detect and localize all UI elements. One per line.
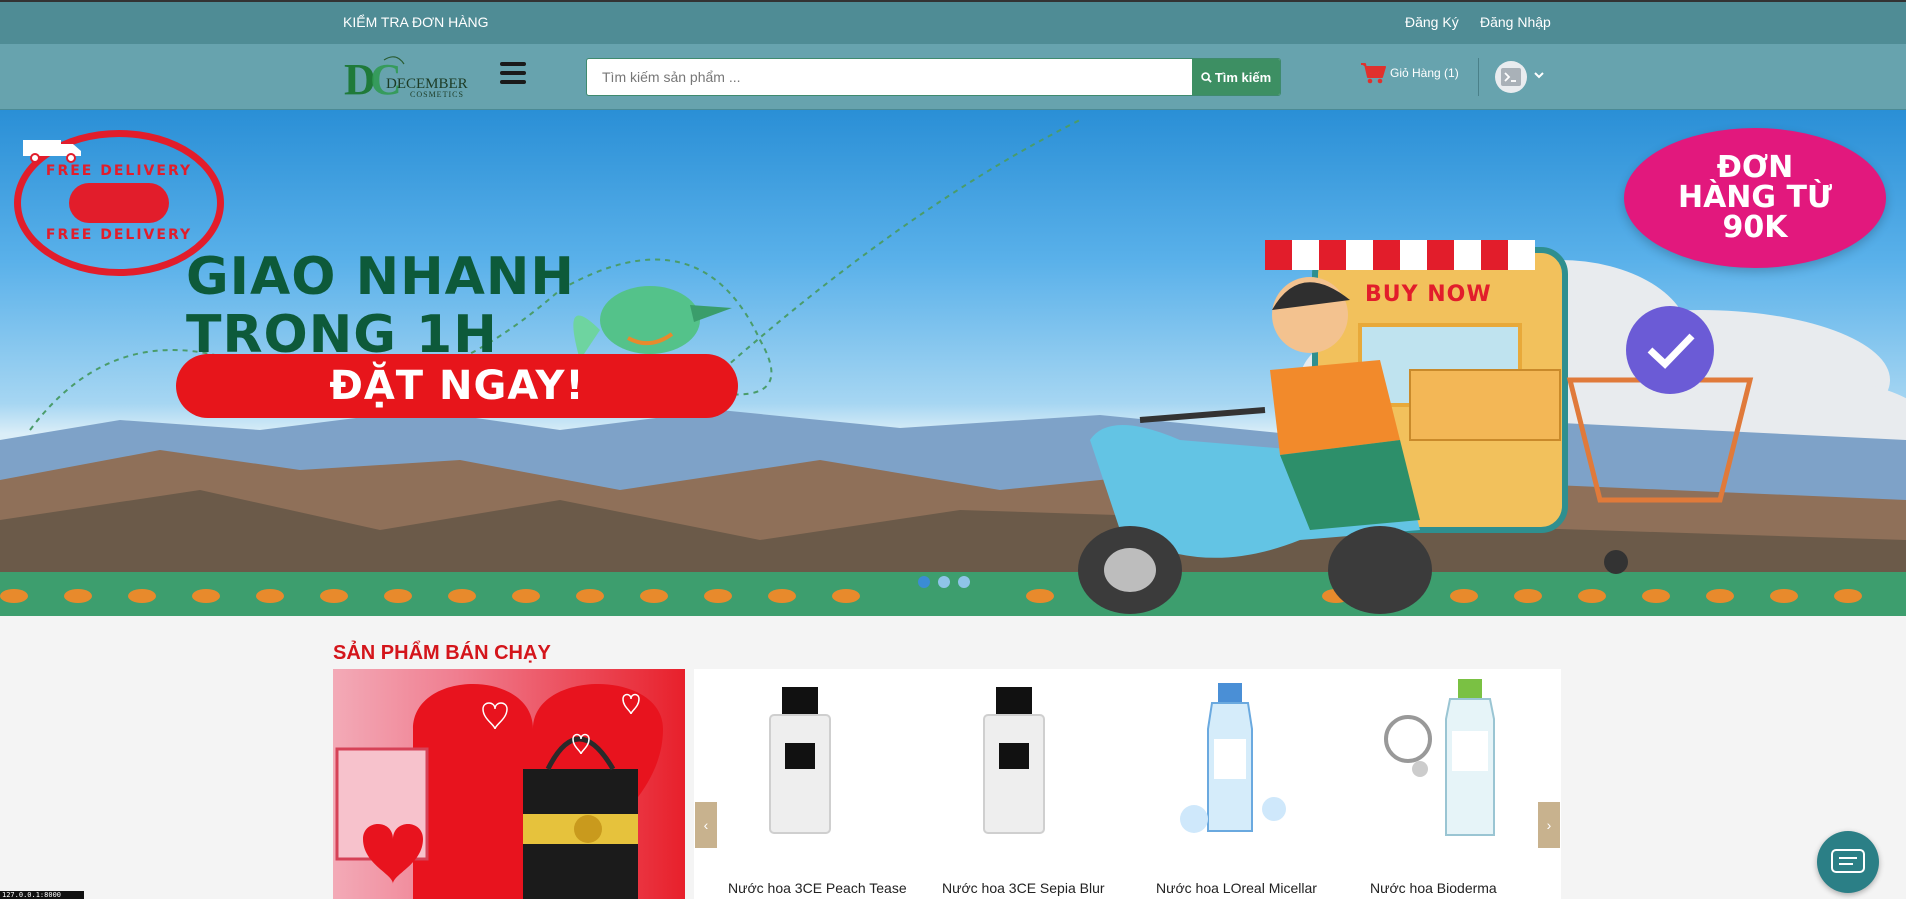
cart-button[interactable]: Giỏ Hàng (1) xyxy=(1360,62,1459,84)
promo-line-3: 90K xyxy=(1722,210,1788,245)
product-card[interactable]: Nước hoa 3CE Peach Tease xyxy=(706,669,907,899)
promo-line-1: ĐƠN xyxy=(1716,150,1794,185)
search-button-label: Tìm kiếm xyxy=(1214,69,1272,85)
chat-message-icon xyxy=(1831,849,1865,873)
product-card[interactable]: Nước hoa LOreal Micellar xyxy=(1134,669,1334,899)
promo-line-2: HÀNG TỪ xyxy=(1677,180,1833,215)
carousel-dot-1[interactable] xyxy=(918,576,930,588)
product-name: Nước hoa LOreal Micellar xyxy=(1156,880,1317,896)
top-bar: KIỂM TRA ĐƠN HÀNG Đăng Ký Đăng Nhập xyxy=(0,0,1906,44)
carousel-indicators xyxy=(918,576,970,588)
site-logo[interactable]: D C DECEMBER COSMETICS xyxy=(344,50,476,104)
browser-status-url: 127.0.0.1:8000 xyxy=(0,891,84,899)
login-link[interactable]: Đăng Nhập xyxy=(1480,14,1551,30)
product-card[interactable]: Nước hoa 3CE Sepia Blur xyxy=(920,669,1120,899)
cart-label: Giỏ Hàng (1) xyxy=(1390,66,1459,80)
user-avatar[interactable] xyxy=(1495,61,1527,93)
chat-message-button[interactable] xyxy=(1817,831,1879,893)
delivery-truck-icon xyxy=(23,140,169,223)
search-input[interactable] xyxy=(587,59,1192,95)
store-sign-text: BUY NOW xyxy=(1365,282,1492,307)
terminal-avatar-icon xyxy=(1501,68,1521,86)
hero-banner[interactable]: FREE DELIVERY FREE DELIVERY GIAO NHANH T… xyxy=(0,110,1906,616)
product-name: Nước hoa 3CE Peach Tease xyxy=(728,880,907,896)
product-name: Nước hoa Bioderma xyxy=(1370,880,1497,896)
carousel-dot-2[interactable] xyxy=(938,576,950,588)
product-card[interactable]: Nước hoa Bioderma xyxy=(1348,669,1548,899)
product-image-perfume-3ce-sepia xyxy=(983,687,1045,834)
stamp-text-bottom: FREE DELIVERY xyxy=(45,227,193,243)
carousel-dot-3[interactable] xyxy=(958,576,970,588)
min-order-badge: ĐƠN HÀNG TỪ 90K xyxy=(1624,128,1886,268)
chevron-down-icon[interactable] xyxy=(1533,70,1545,80)
product-image-loreal-micellar xyxy=(1180,683,1286,833)
product-image-perfume-3ce-peach xyxy=(769,687,831,834)
shopping-cart-icon xyxy=(1361,63,1386,84)
register-link[interactable]: Đăng Ký xyxy=(1405,14,1459,30)
main-header: D C DECEMBER COSMETICS Tìm kiếm Giỏ Hàng… xyxy=(0,44,1906,110)
search-icon xyxy=(1201,71,1212,83)
product-image-bioderma xyxy=(1384,679,1495,836)
bestsellers-title: SẢN PHẨM BÁN CHẠY xyxy=(333,642,551,664)
bestseller-carousel: ‹ Nước hoa 3CE Peach Tease Nước hoa 3CE … xyxy=(694,669,1561,899)
search-bar: Tìm kiếm xyxy=(586,58,1281,96)
product-name: Nước hoa 3CE Sepia Blur xyxy=(942,880,1105,896)
valentine-promo-image[interactable] xyxy=(333,669,685,899)
header-divider xyxy=(1478,58,1479,96)
order-now-button[interactable]: ĐẶT NGAY! xyxy=(176,354,738,418)
logo-sub-text: COSMETICS xyxy=(410,90,464,99)
menu-hamburger-icon[interactable] xyxy=(500,62,526,84)
search-button[interactable]: Tìm kiếm xyxy=(1192,59,1280,95)
check-order-link[interactable]: KIỂM TRA ĐƠN HÀNG xyxy=(343,14,489,30)
stamp-text-top: FREE DELIVERY xyxy=(45,163,193,179)
carousel-next-button[interactable]: › xyxy=(1538,802,1560,848)
banner-headline: GIAO NHANH TRONG 1H xyxy=(186,248,575,364)
headline-line-1: GIAO NHANH xyxy=(186,247,575,307)
